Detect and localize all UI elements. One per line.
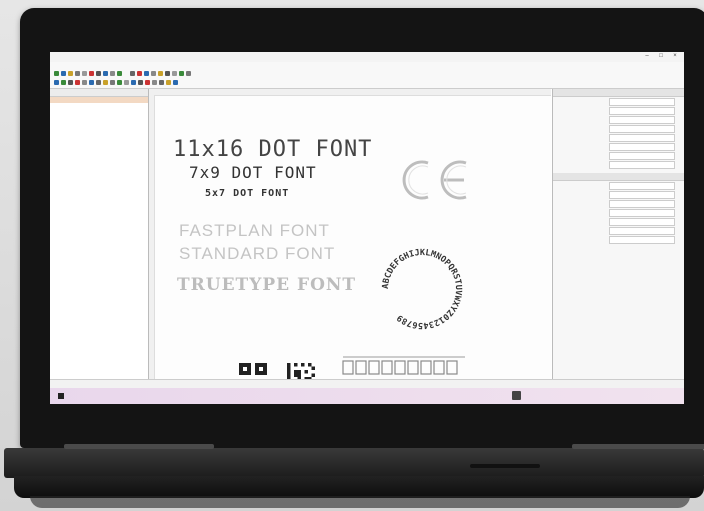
toolbar-icon[interactable] xyxy=(151,71,156,76)
toolbar-icon[interactable] xyxy=(131,80,136,85)
property-row[interactable] xyxy=(553,106,684,115)
toolbar-icon[interactable] xyxy=(54,71,59,76)
lid-notch xyxy=(470,464,540,468)
toolbar-icon[interactable] xyxy=(61,80,66,85)
toolbar-icon[interactable] xyxy=(166,80,171,85)
toolbar-icon[interactable] xyxy=(82,71,87,76)
toolbar-icon[interactable] xyxy=(75,80,80,85)
ruler-vertical xyxy=(149,95,155,379)
circular-text: ABCDEFGHIJKLMNOPQRSTUVWXYZ0123456789 xyxy=(381,248,463,330)
toolbar-icon[interactable] xyxy=(61,71,66,76)
toolbar-icon[interactable] xyxy=(186,71,191,76)
toolbar-icon[interactable] xyxy=(130,71,135,76)
toolbar-icon[interactable] xyxy=(110,80,115,85)
panel-header xyxy=(50,89,148,97)
minimize-icon[interactable]: – xyxy=(644,53,650,59)
text-object-11x16[interactable]: 11x16 DOT FONT xyxy=(173,137,372,162)
svg-text:ABCDEFGHIJKLMNOPQRSTUVWXYZ0123: ABCDEFGHIJKLMNOPQRSTUVWXYZ0123456789 xyxy=(381,248,463,330)
property-row[interactable] xyxy=(553,199,684,208)
panel-header xyxy=(553,89,684,97)
toolbar-icon[interactable] xyxy=(124,80,129,85)
ruler-horizontal xyxy=(149,89,551,96)
toolbar-icon[interactable] xyxy=(165,71,170,76)
property-row[interactable] xyxy=(553,151,684,160)
toolbar-icon[interactable] xyxy=(117,80,122,85)
toolbar-icon[interactable] xyxy=(144,71,149,76)
property-row[interactable] xyxy=(553,133,684,142)
toolbar-icon[interactable] xyxy=(96,71,101,76)
property-row[interactable] xyxy=(553,142,684,151)
toolbar-icon[interactable] xyxy=(179,71,184,76)
property-row[interactable] xyxy=(553,160,684,169)
toolbar-icon[interactable] xyxy=(68,71,73,76)
toolbar-icon[interactable] xyxy=(138,80,143,85)
maximize-icon[interactable]: □ xyxy=(658,53,664,59)
toolbar-icon[interactable] xyxy=(137,71,142,76)
hinge xyxy=(64,444,214,449)
toolbar-icon[interactable] xyxy=(96,80,101,85)
property-row[interactable] xyxy=(553,181,684,190)
toolbar-icon[interactable] xyxy=(89,71,94,76)
toolbar-icon[interactable] xyxy=(103,71,108,76)
property-row[interactable] xyxy=(553,124,684,133)
toolbar-icon[interactable] xyxy=(68,80,73,85)
toolbar-icon[interactable] xyxy=(159,80,164,85)
properties-panel[interactable] xyxy=(552,89,684,379)
design-canvas[interactable]: 11x16 DOT FONT 7x9 DOT FONT 5x7 DOT FONT… xyxy=(149,89,551,391)
panel-header xyxy=(553,173,684,181)
toolbar-icon[interactable] xyxy=(173,80,178,85)
toolbar-icon[interactable] xyxy=(117,71,122,76)
circular-text-object[interactable]: ABCDEFGHIJKLMNOPQRSTUVWXYZ0123456789 xyxy=(374,241,470,337)
property-row[interactable] xyxy=(553,226,684,235)
base-bottom xyxy=(30,496,690,508)
toolbar-icon[interactable] xyxy=(145,80,150,85)
toolbar-primary[interactable] xyxy=(50,70,684,79)
close-icon[interactable]: × xyxy=(672,53,678,59)
toolbar-secondary[interactable] xyxy=(50,79,684,89)
property-row[interactable] xyxy=(553,208,684,217)
taskbar-app-icon[interactable] xyxy=(512,391,521,400)
base-front xyxy=(14,476,704,498)
taskbar xyxy=(50,388,684,404)
toolbar-icon[interactable] xyxy=(54,80,59,85)
property-row[interactable] xyxy=(553,217,684,226)
text-object-standard[interactable]: STANDARD FONT xyxy=(179,244,335,264)
toolbar-icon[interactable] xyxy=(103,80,108,85)
toolbar-icon[interactable] xyxy=(158,71,163,76)
toolbar-icon[interactable] xyxy=(82,80,87,85)
laptop-screen: – □ × 11x16 DOT FONT 7x9 DOT FONT 5x7 DO… xyxy=(50,52,684,404)
toolbar-icon[interactable] xyxy=(89,80,94,85)
ce-mark-icon[interactable] xyxy=(394,157,476,203)
list-item[interactable] xyxy=(50,157,148,163)
hinge xyxy=(572,444,704,449)
laptop-base xyxy=(0,440,704,511)
brand-logo-icon[interactable] xyxy=(339,353,469,377)
property-row[interactable] xyxy=(553,235,684,244)
windows-start-icon[interactable] xyxy=(58,393,64,399)
property-row[interactable] xyxy=(553,115,684,124)
property-row[interactable] xyxy=(553,190,684,199)
property-row[interactable] xyxy=(553,97,684,106)
toolbar-icon[interactable] xyxy=(152,80,157,85)
object-list-panel[interactable] xyxy=(50,89,149,379)
toolbar-icon[interactable] xyxy=(172,71,177,76)
text-object-5x7[interactable]: 5x7 DOT FONT xyxy=(205,188,289,199)
menu-bar[interactable] xyxy=(50,62,684,70)
text-object-truetype[interactable]: TRUETYPE FONT xyxy=(177,275,356,295)
text-object-fastplan[interactable]: FASTPLAN FONT xyxy=(179,221,330,241)
toolbar-icon[interactable] xyxy=(110,71,115,76)
toolbar-icon[interactable] xyxy=(75,71,80,76)
keyboard-deck xyxy=(4,448,704,478)
text-object-7x9[interactable]: 7x9 DOT FONT xyxy=(189,163,317,182)
